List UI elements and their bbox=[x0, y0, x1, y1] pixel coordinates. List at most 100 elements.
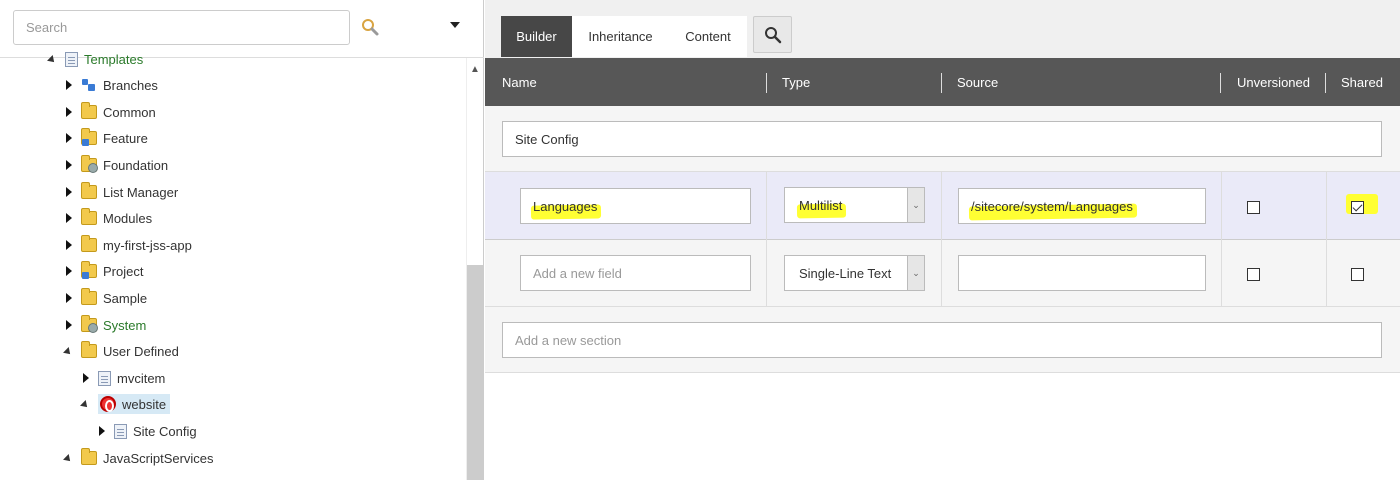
expanded-arrow-icon[interactable] bbox=[47, 55, 57, 65]
collapsed-arrow-icon[interactable] bbox=[99, 426, 105, 436]
field-name-input[interactable]: Languages bbox=[520, 188, 751, 224]
tab-content[interactable]: Content bbox=[669, 16, 747, 57]
template-builder-pane: Builder Inheritance Content Name Type So… bbox=[485, 0, 1400, 480]
tree-item-my-first-jss-app[interactable]: my-first-jss-app bbox=[66, 234, 192, 256]
tab-builder[interactable]: Builder bbox=[501, 16, 572, 57]
tree-item-feature[interactable]: Feature bbox=[66, 127, 148, 149]
tree-item-site-config[interactable]: Site Config bbox=[99, 420, 197, 442]
folder-icon bbox=[81, 182, 97, 199]
new-section-row: Add a new section bbox=[485, 307, 1400, 373]
search-input[interactable] bbox=[13, 10, 350, 45]
search-options-dropdown-icon[interactable] bbox=[450, 22, 460, 28]
tree-item-label: Common bbox=[103, 104, 156, 120]
chevron-down-icon[interactable]: ⌄ bbox=[907, 188, 924, 222]
collapsed-arrow-icon[interactable] bbox=[66, 187, 72, 197]
tree-item-label: Modules bbox=[103, 210, 153, 226]
collapsed-arrow-icon[interactable] bbox=[66, 133, 72, 143]
field-type-value: Single-Line Text bbox=[799, 265, 892, 281]
field-source-input[interactable]: /sitecore/system/Languages bbox=[958, 188, 1206, 224]
chevron-down-icon[interactable]: ⌄ bbox=[907, 256, 924, 290]
expanded-arrow-icon[interactable] bbox=[80, 400, 90, 410]
tree-scrollbar-thumb[interactable] bbox=[467, 265, 483, 480]
column-header-unversioned: Unversioned bbox=[1237, 74, 1310, 90]
column-separator bbox=[766, 73, 767, 93]
folder-icon bbox=[81, 341, 97, 358]
collapsed-arrow-icon[interactable] bbox=[66, 320, 72, 330]
column-separator bbox=[1220, 73, 1221, 93]
collapsed-arrow-icon[interactable] bbox=[66, 293, 72, 303]
tree-item-list-manager[interactable]: List Manager bbox=[66, 181, 178, 203]
tree-item-user-defined[interactable]: User Defined bbox=[63, 340, 179, 362]
template-icon bbox=[98, 370, 111, 386]
tab-inheritance[interactable]: Inheritance bbox=[572, 16, 669, 57]
tree-item-project[interactable]: Project bbox=[66, 260, 143, 282]
section-row: Site Config bbox=[485, 106, 1400, 172]
folder-icon bbox=[81, 208, 97, 225]
scroll-up-arrow-icon[interactable]: ▲ bbox=[470, 64, 480, 75]
tree-item-label: User Defined bbox=[103, 343, 179, 359]
tree-item-label: JavaScriptServices bbox=[103, 450, 214, 466]
field-source-value: /sitecore/system/Languages bbox=[971, 198, 1133, 214]
tree-item-common[interactable]: Common bbox=[66, 101, 156, 123]
magnifier-icon bbox=[764, 26, 781, 43]
tree-item-label: mvcitem bbox=[117, 370, 166, 386]
tree-item-label: Site Config bbox=[133, 423, 197, 439]
tree-item-sample[interactable]: Sample bbox=[66, 287, 147, 309]
field-type-select[interactable]: Multilist ⌄ bbox=[784, 187, 925, 223]
tree-item-modules[interactable]: Modules bbox=[66, 207, 152, 229]
column-header-shared: Shared bbox=[1341, 74, 1383, 90]
collapsed-arrow-icon[interactable] bbox=[66, 80, 72, 90]
column-header-source: Source bbox=[957, 74, 999, 90]
editor-tabbar: Builder Inheritance Content bbox=[485, 0, 1400, 58]
tree-item-label: System bbox=[103, 317, 147, 333]
column-header-type: Type bbox=[782, 74, 811, 90]
field-name-value: Languages bbox=[533, 198, 598, 214]
folder-icon bbox=[81, 448, 97, 465]
shared-checkbox[interactable] bbox=[1351, 268, 1364, 281]
column-header-name: Name bbox=[502, 74, 537, 90]
unversioned-checkbox[interactable] bbox=[1247, 201, 1260, 214]
collapsed-arrow-icon[interactable] bbox=[66, 266, 72, 276]
tree-item-label: Sample bbox=[103, 290, 148, 306]
collapsed-arrow-icon[interactable] bbox=[66, 160, 72, 170]
collapsed-arrow-icon[interactable] bbox=[66, 107, 72, 117]
field-type-select[interactable]: Single-Line Text ⌄ bbox=[784, 255, 925, 291]
collapsed-arrow-icon[interactable] bbox=[66, 213, 72, 223]
tree-item-branches[interactable]: Branches bbox=[66, 74, 158, 96]
column-divider bbox=[766, 172, 767, 240]
folder-icon bbox=[81, 288, 97, 305]
tree-item-label: Templates bbox=[84, 51, 144, 67]
tree-item-label: Branches bbox=[103, 77, 158, 93]
collapsed-arrow-icon[interactable] bbox=[83, 373, 89, 383]
tree-item-mvcitem[interactable]: mvcitem bbox=[83, 367, 165, 389]
column-divider bbox=[766, 240, 767, 307]
search-icon[interactable] bbox=[360, 17, 380, 37]
field-source-input[interactable] bbox=[958, 255, 1206, 291]
field-row: Languages Multilist ⌄ /sitecore/system/L… bbox=[485, 172, 1400, 240]
unversioned-checkbox[interactable] bbox=[1247, 268, 1260, 281]
selected-item-highlight[interactable]: website bbox=[98, 394, 171, 414]
new-section-input[interactable]: Add a new section bbox=[502, 322, 1382, 358]
tree-item-website[interactable]: website bbox=[80, 393, 171, 415]
tree-item-foundation[interactable]: Foundation bbox=[66, 154, 168, 176]
tree-item-label: Feature bbox=[103, 130, 148, 146]
column-separator bbox=[1325, 73, 1326, 93]
search-tab-button[interactable] bbox=[753, 16, 792, 53]
tree-item-javascriptservices[interactable]: JavaScriptServices bbox=[63, 447, 214, 469]
tree-item-label: my-first-jss-app bbox=[103, 237, 192, 253]
shared-checkbox[interactable] bbox=[1351, 201, 1364, 214]
field-type-value: Multilist bbox=[799, 197, 843, 213]
column-divider bbox=[1221, 240, 1222, 307]
collapsed-arrow-icon[interactable] bbox=[66, 240, 72, 250]
column-divider bbox=[1326, 172, 1327, 240]
expanded-arrow-icon[interactable] bbox=[63, 454, 73, 464]
tree-item-templates[interactable]: Templates bbox=[47, 48, 144, 70]
system-folder-icon bbox=[81, 315, 98, 333]
tree-item-label: Foundation bbox=[103, 157, 169, 173]
folder-icon bbox=[81, 102, 97, 119]
new-field-name-input[interactable]: Add a new field bbox=[520, 255, 751, 291]
section-name-input[interactable]: Site Config bbox=[502, 121, 1382, 157]
tree-item-label: List Manager bbox=[103, 184, 179, 200]
expanded-arrow-icon[interactable] bbox=[63, 347, 73, 357]
tree-item-system[interactable]: System bbox=[66, 314, 146, 336]
